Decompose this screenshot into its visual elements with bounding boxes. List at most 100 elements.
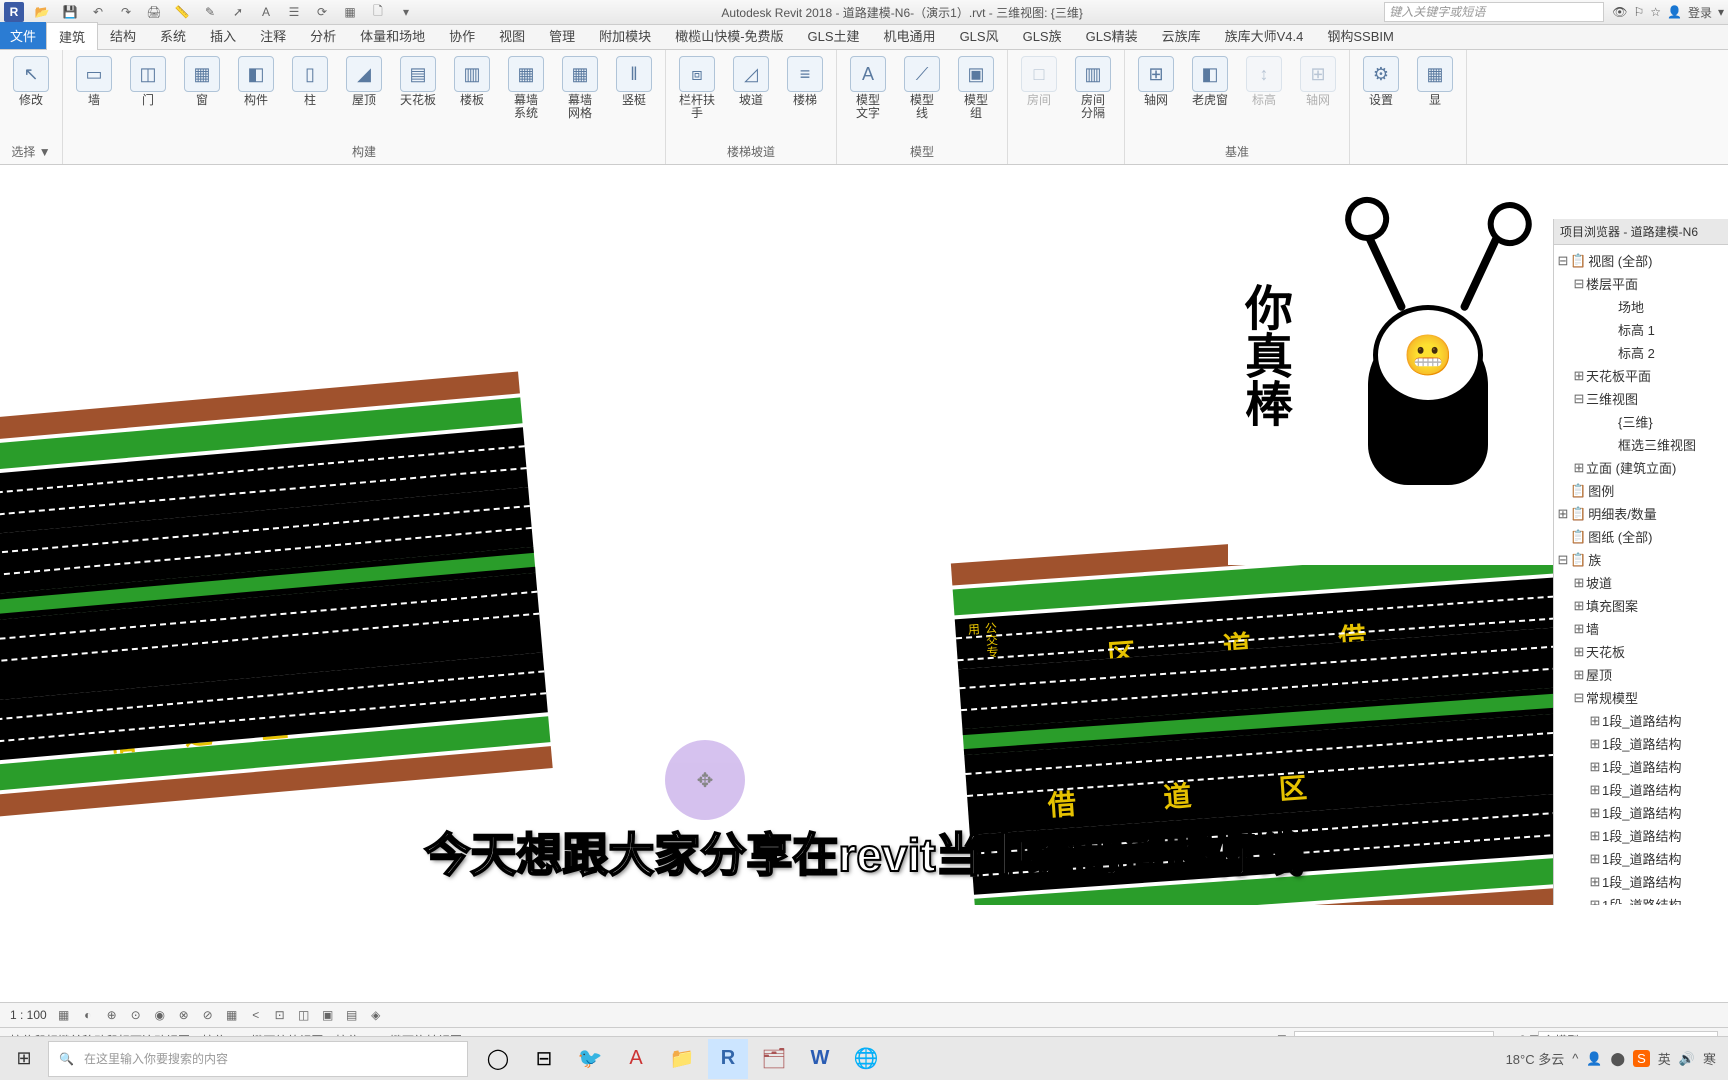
word-icon[interactable]: W [800, 1039, 840, 1079]
tree-item[interactable]: ⊞1段_道路结构 [1556, 709, 1726, 732]
tool-显[interactable]: ▦显 [1410, 54, 1460, 109]
qat-text-icon[interactable]: A [254, 2, 278, 22]
viewport-3d[interactable]: 借 道 区 公交专用 公交专用 区 道 借 借 道 区 [0, 165, 1728, 905]
tab-橄榄山快模-免费版[interactable]: 橄榄山快模-免费版 [663, 22, 795, 49]
view-control-icon[interactable]: ▣ [319, 1006, 337, 1024]
tree-item[interactable]: ⊟楼层平面 [1556, 272, 1726, 295]
qat-icon[interactable]: ✎ [198, 2, 222, 22]
login-label[interactable]: 登录 [1688, 4, 1712, 21]
tree-item[interactable]: ⊞1段_道路结构 [1556, 755, 1726, 778]
user-icon[interactable]: 👤 [1667, 5, 1682, 19]
view-control-icon[interactable]: ⊙ [127, 1006, 145, 1024]
tab-云族库[interactable]: 云族库 [1150, 22, 1213, 49]
tool-模型组[interactable]: ▣模型组 [951, 54, 1001, 122]
tab-机电通用[interactable]: 机电通用 [872, 22, 948, 49]
tool-栏杆扶手[interactable]: ⧈栏杆扶手 [672, 54, 722, 122]
view-control-icon[interactable]: < [247, 1006, 265, 1024]
tool-模型文字[interactable]: A模型文字 [843, 54, 893, 122]
revit-icon[interactable]: R [708, 1039, 748, 1079]
tab-分析[interactable]: 分析 [298, 22, 348, 49]
tree-expander-icon[interactable]: ⊟ [1556, 552, 1570, 568]
cortana-icon[interactable]: ⊟ [524, 1039, 564, 1079]
clock[interactable]: 寒 [1703, 1049, 1716, 1068]
tree-expander-icon[interactable]: ⊞ [1588, 828, 1602, 844]
tool-天花板[interactable]: ▤天花板 [393, 54, 443, 122]
tree-item[interactable]: ⊟三维视图 [1556, 387, 1726, 410]
tray-icon[interactable]: 👤 [1586, 1051, 1602, 1067]
autocad-icon[interactable]: A [616, 1039, 656, 1079]
tool-轴网[interactable]: ⊞轴网 [1131, 54, 1181, 109]
signin-icon[interactable]: ⚐ [1633, 5, 1644, 19]
tree-expander-icon[interactable]: ⊞ [1556, 506, 1570, 522]
system-tray[interactable]: 18°C 多云 ^ 👤 ⬤ S 英 🔊 寒 [1506, 1049, 1728, 1068]
tool-老虎窗[interactable]: ◧老虎窗 [1185, 54, 1235, 109]
tool-楼板[interactable]: ▥楼板 [447, 54, 497, 122]
tool-幕墙系统[interactable]: ▦幕墙系统 [501, 54, 551, 122]
app-icon[interactable]: 🐦 [570, 1039, 610, 1079]
qat-icon[interactable]: ☰ [282, 2, 306, 22]
qat-icon[interactable]: ▦ [338, 2, 362, 22]
tree-item[interactable]: ⊞1段_道路结构 [1556, 778, 1726, 801]
tool-竖梃[interactable]: ‖竖梃 [609, 54, 659, 122]
tool-楼梯[interactable]: ≡楼梯 [780, 54, 830, 122]
tab-视图[interactable]: 视图 [487, 22, 537, 49]
tree-item[interactable]: ⊞1段_道路结构 [1556, 824, 1726, 847]
view-scale[interactable]: 1 : 100 [10, 1008, 47, 1022]
view-control-icon[interactable]: ▦ [223, 1006, 241, 1024]
tab-管理[interactable]: 管理 [537, 22, 587, 49]
qat-icon[interactable]: ▾ [394, 2, 418, 22]
qat-open-icon[interactable]: 📂 [30, 2, 54, 22]
tray-icon[interactable]: ⬤ [1611, 1051, 1626, 1067]
view-control-icon[interactable]: ◈ [367, 1006, 385, 1024]
tool-门[interactable]: ◫门 [123, 54, 173, 122]
tool-墙[interactable]: ▭墙 [69, 54, 119, 122]
tool-柱[interactable]: ▯柱 [285, 54, 335, 122]
tree-item[interactable]: ⊞1段_道路结构 [1556, 870, 1726, 893]
tree-expander-icon[interactable]: ⊞ [1572, 621, 1586, 637]
tree-item[interactable]: 框选三维视图 [1556, 433, 1726, 456]
tool-屋顶[interactable]: ◢屋顶 [339, 54, 389, 122]
ime-label[interactable]: 英 [1658, 1049, 1671, 1068]
tool-窗[interactable]: ▦窗 [177, 54, 227, 122]
tree-expander-icon[interactable]: ⊞ [1588, 759, 1602, 775]
tab-注释[interactable]: 注释 [248, 22, 298, 49]
tree-item[interactable]: ⊟📋视图 (全部) [1556, 249, 1726, 272]
tool-构件[interactable]: ◧构件 [231, 54, 281, 122]
tab-钢构SSBIM[interactable]: 钢构SSBIM [1315, 22, 1405, 49]
qat-icon[interactable]: ⟳ [310, 2, 334, 22]
qat-undo-icon[interactable]: ↶ [86, 2, 110, 22]
view-control-icon[interactable]: ◐ [79, 1006, 97, 1024]
tree-expander-icon[interactable]: ⊞ [1572, 575, 1586, 591]
qat-save-icon[interactable]: 💾 [58, 2, 82, 22]
tree-item[interactable]: ⊞1段_道路结构 [1556, 732, 1726, 755]
tree-expander-icon[interactable]: ⊞ [1588, 874, 1602, 890]
tray-icon[interactable]: 🔊 [1679, 1051, 1695, 1067]
tree-expander-icon[interactable]: ⊞ [1572, 598, 1586, 614]
task-view-icon[interactable]: ◯ [478, 1039, 518, 1079]
tree-item[interactable]: 标高 2 [1556, 341, 1726, 364]
qat-icon[interactable]: 🗋 [366, 2, 390, 22]
view-control-icon[interactable]: ▤ [343, 1006, 361, 1024]
tree-item[interactable]: ⊞天花板平面 [1556, 364, 1726, 387]
start-button[interactable]: ⊞ [0, 1037, 48, 1081]
tab-建筑[interactable]: 建筑 [46, 22, 98, 50]
help-icon[interactable]: ▾ [1718, 5, 1724, 19]
tab-体量和场地[interactable]: 体量和场地 [348, 22, 437, 49]
tree-expander-icon[interactable]: ⊟ [1572, 690, 1586, 706]
tab-GLS精装[interactable]: GLS精装 [1074, 22, 1150, 49]
tree-item[interactable]: ⊞天花板 [1556, 640, 1726, 663]
tab-结构[interactable]: 结构 [98, 22, 148, 49]
tree-expander-icon[interactable]: ⊞ [1572, 667, 1586, 683]
qat-icon[interactable]: ➚ [226, 2, 250, 22]
view-control-icon[interactable]: ⊕ [103, 1006, 121, 1024]
tree-expander-icon[interactable]: ⊞ [1572, 460, 1586, 476]
tree-item[interactable]: ⊞1段_道路结构 [1556, 847, 1726, 870]
view-control-icon[interactable]: ▦ [55, 1006, 73, 1024]
tree-expander-icon[interactable]: ⊞ [1588, 736, 1602, 752]
tool-修改[interactable]: ↖修改 [6, 54, 56, 109]
view-control-icon[interactable]: ◫ [295, 1006, 313, 1024]
view-control-icon[interactable]: ⊘ [199, 1006, 217, 1024]
tree-item[interactable]: 📋图纸 (全部) [1556, 525, 1726, 548]
app-icon[interactable]: 🗂 [754, 1039, 794, 1079]
tree-item[interactable]: ⊞墙 [1556, 617, 1726, 640]
